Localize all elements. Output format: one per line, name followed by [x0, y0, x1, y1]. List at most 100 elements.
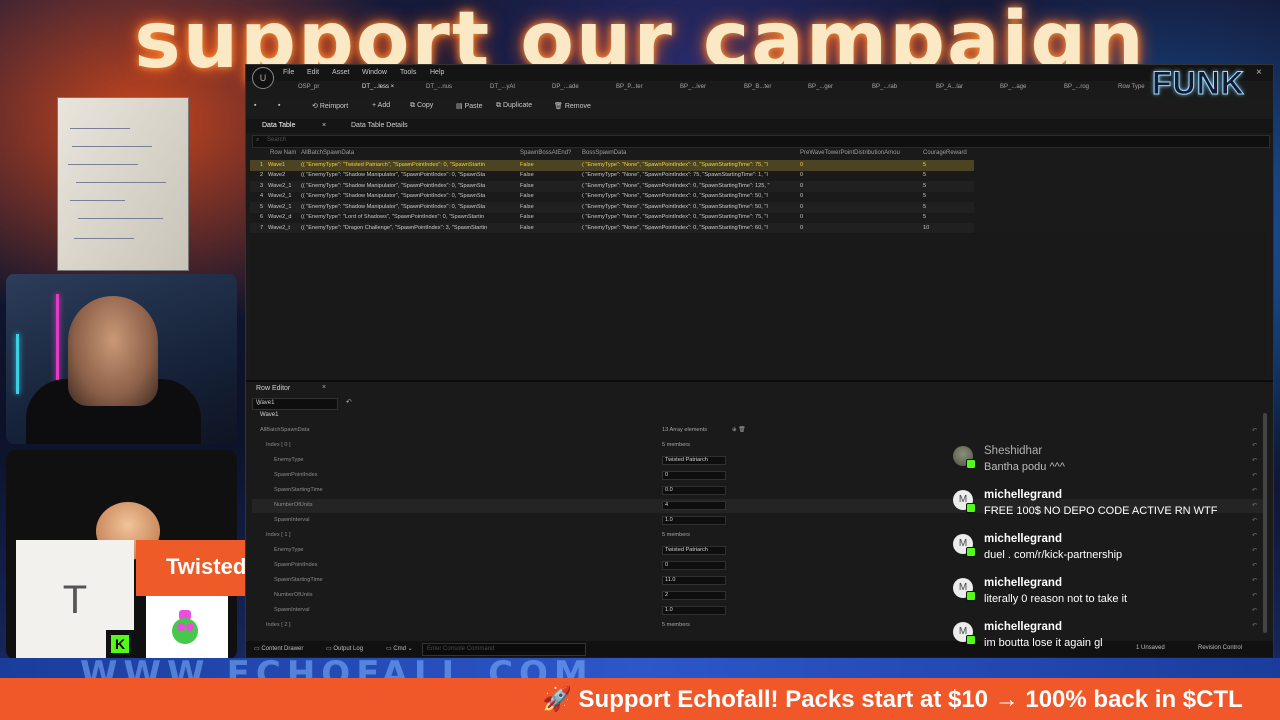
kick-logo-icon: K: [106, 630, 134, 658]
number-field[interactable]: 0: [662, 471, 726, 480]
column-header[interactable]: AllBatchSpawnData: [301, 150, 354, 156]
chat-username: Sheshidhar: [984, 445, 1043, 457]
menu-file[interactable]: File: [283, 69, 294, 76]
tab-asset[interactable]: BP_...iver: [680, 84, 706, 90]
chat-overlay: Sheshidhar Bantha podu ^^^ M michellegra…: [950, 442, 1270, 652]
cmd-dropdown[interactable]: ▭ Cmd ⌄: [386, 645, 413, 652]
remove-button[interactable]: 🗑 Remove: [554, 102, 591, 110]
kick-badge-icon: [966, 503, 976, 513]
duplicate-button[interactable]: ⧉ Duplicate: [496, 102, 532, 110]
save-icon[interactable]: ▪: [254, 102, 256, 109]
enemy-type-select[interactable]: Twisted Patriarch: [662, 456, 726, 465]
number-field[interactable]: 0: [662, 561, 726, 570]
menu-tools[interactable]: Tools: [400, 69, 416, 76]
property-row[interactable]: AllBatchSpawnData 13 Array elements ⊕ 🗑 …: [252, 424, 1264, 438]
menu-bar: U File Edit Asset Window Tools Help: [246, 65, 1273, 89]
enemy-type-select[interactable]: Twisted Patriarch: [662, 546, 726, 555]
tab-asset[interactable]: BP_A...lar: [936, 84, 963, 90]
back-arrow-icon[interactable]: ↶: [346, 398, 352, 406]
close-window-icon[interactable]: ×: [1256, 67, 1262, 78]
close-tab-icon[interactable]: ×: [322, 384, 326, 391]
table-search-input[interactable]: ⌕ Search: [252, 135, 1270, 148]
tab-asset[interactable]: BP_...age: [1000, 84, 1026, 90]
whiteboard-camera: [57, 97, 189, 271]
tab-asset[interactable]: BP_...ger: [808, 84, 833, 90]
number-field[interactable]: 2: [662, 591, 726, 600]
secondary-banner: WWW.ECHOFALL.COM: [0, 658, 1280, 678]
column-header[interactable]: PreWaveTowerPointDistributionAmou: [800, 150, 900, 156]
chat-message: M michellegrand duel . com/r/kick-partne…: [950, 530, 1270, 570]
output-log-button[interactable]: ▭ Output Log: [326, 645, 363, 652]
kick-badge-icon: [966, 547, 976, 557]
copy-button[interactable]: ⧉ Copy: [410, 102, 433, 110]
table-row[interactable]: 5 Wave2_1 (( "EnemyType": "Shadow Manipu…: [250, 202, 974, 213]
number-field[interactable]: 4: [662, 501, 726, 510]
ticker-text: 🚀 Support Echofall! Packs start at $10 →…: [542, 686, 1243, 713]
kick-badge-icon: [966, 459, 976, 469]
streamer-webcam: [6, 274, 237, 444]
tab-data-table[interactable]: Data Table: [262, 122, 295, 129]
row-select-dropdown[interactable]: Wave1 ⌄: [252, 398, 338, 410]
add-button[interactable]: + Add: [372, 102, 390, 109]
tab-asset[interactable]: DT_...yAI: [490, 84, 515, 90]
number-field[interactable]: 11.0: [662, 576, 726, 585]
chat-message: Sheshidhar Bantha podu ^^^: [950, 442, 1270, 482]
chat-message: M michellegrand FREE 100$ NO DEPO CODE A…: [950, 486, 1270, 526]
column-header[interactable]: CourageReward: [923, 150, 967, 156]
chat-username: michellegrand: [984, 533, 1062, 545]
browse-icon[interactable]: ▪: [278, 102, 280, 109]
chat-text: FREE 100$ NO DEPO CODE ACTIVE RN WTF: [984, 505, 1218, 517]
chevron-down-icon: ⌄: [256, 401, 262, 407]
paste-button[interactable]: ▤ Paste: [456, 102, 482, 110]
add-element-icon[interactable]: ⊕ 🗑: [732, 427, 745, 433]
close-tab-icon[interactable]: ×: [322, 122, 326, 129]
table-row[interactable]: 2 Wave2 (( "EnemyType": "Shadow Manipula…: [250, 170, 974, 181]
row-type-label: Row Type: [1118, 84, 1145, 90]
tab-asset[interactable]: BP_P...ter: [616, 84, 643, 90]
column-header[interactable]: BossSpawnData: [582, 150, 626, 156]
unreal-logo-icon: U: [252, 67, 274, 89]
tab-asset[interactable]: OSP_pr: [298, 84, 319, 90]
table-row[interactable]: 3 Wave2_1 (( "EnemyType": "Shadow Manipu…: [250, 181, 974, 192]
tab-asset[interactable]: BP_...rog: [1064, 84, 1089, 90]
tab-asset[interactable]: DP_...ade: [552, 84, 579, 90]
content-drawer-button[interactable]: ▭ Content Drawer: [254, 645, 303, 652]
number-field[interactable]: 0.0: [662, 486, 726, 495]
mascot-sticker: [146, 596, 228, 660]
table-empty-area: [250, 233, 1266, 379]
data-table-rows: 1 Wave1 (( "EnemyType": "Twisted Patriar…: [250, 160, 974, 234]
menu-edit[interactable]: Edit: [307, 69, 319, 76]
search-icon: ⌕: [256, 137, 260, 143]
menu-asset[interactable]: Asset: [332, 69, 350, 76]
table-row[interactable]: 1 Wave1 (( "EnemyType": "Twisted Patriar…: [250, 160, 974, 171]
chat-username: michellegrand: [984, 489, 1062, 501]
chat-text: im boutta lose it again gl: [984, 637, 1103, 649]
asset-tabs: OSP_pr DT_...less × DT_...nus DT_...yAI …: [276, 82, 1266, 96]
tab-asset-active[interactable]: DT_...less ×: [362, 84, 394, 90]
table-row[interactable]: 4 Wave2_1 (( "EnemyType": "Shadow Manipu…: [250, 191, 974, 202]
panel-splitter[interactable]: [246, 380, 1273, 382]
menu-window[interactable]: Window: [362, 69, 387, 76]
chat-username: michellegrand: [984, 577, 1062, 589]
tab-asset[interactable]: BP_...rab: [872, 84, 897, 90]
chat-message: M michellegrand literally 0 reason not t…: [950, 574, 1270, 614]
chat-username: michellegrand: [984, 621, 1062, 633]
column-header[interactable]: SpawnBossAtEnd?: [520, 150, 571, 156]
console-command-input[interactable]: Enter Console Command: [422, 643, 586, 656]
reimport-button[interactable]: ⟲ Reimport: [312, 102, 348, 110]
chat-text: duel . com/r/kick-partnership: [984, 549, 1123, 561]
revert-icon[interactable]: ↶: [1252, 427, 1257, 434]
tab-data-table-details[interactable]: Data Table Details: [351, 122, 408, 129]
tab-asset[interactable]: DT_...nus: [426, 84, 452, 90]
table-header: Row Nam AllBatchSpawnData SpawnBossAtEnd…: [250, 149, 980, 159]
tab-row-editor[interactable]: Row Editor: [256, 385, 290, 392]
tab-asset[interactable]: BP_B...ter: [744, 84, 771, 90]
column-header[interactable]: Row Nam: [270, 150, 296, 156]
table-row[interactable]: 6 Wave2_d (( "EnemyType": "Lord of Shado…: [250, 212, 974, 223]
number-field[interactable]: 1.0: [662, 516, 726, 525]
profile-initial: T: [62, 578, 88, 622]
table-row[interactable]: 7 Wave2_t (( "EnemyType": "Dragon Challe…: [250, 223, 974, 234]
menu-help[interactable]: Help: [430, 69, 444, 76]
number-field[interactable]: 1.0: [662, 606, 726, 615]
chat-message: M michellegrand im boutta lose it again …: [950, 618, 1270, 658]
